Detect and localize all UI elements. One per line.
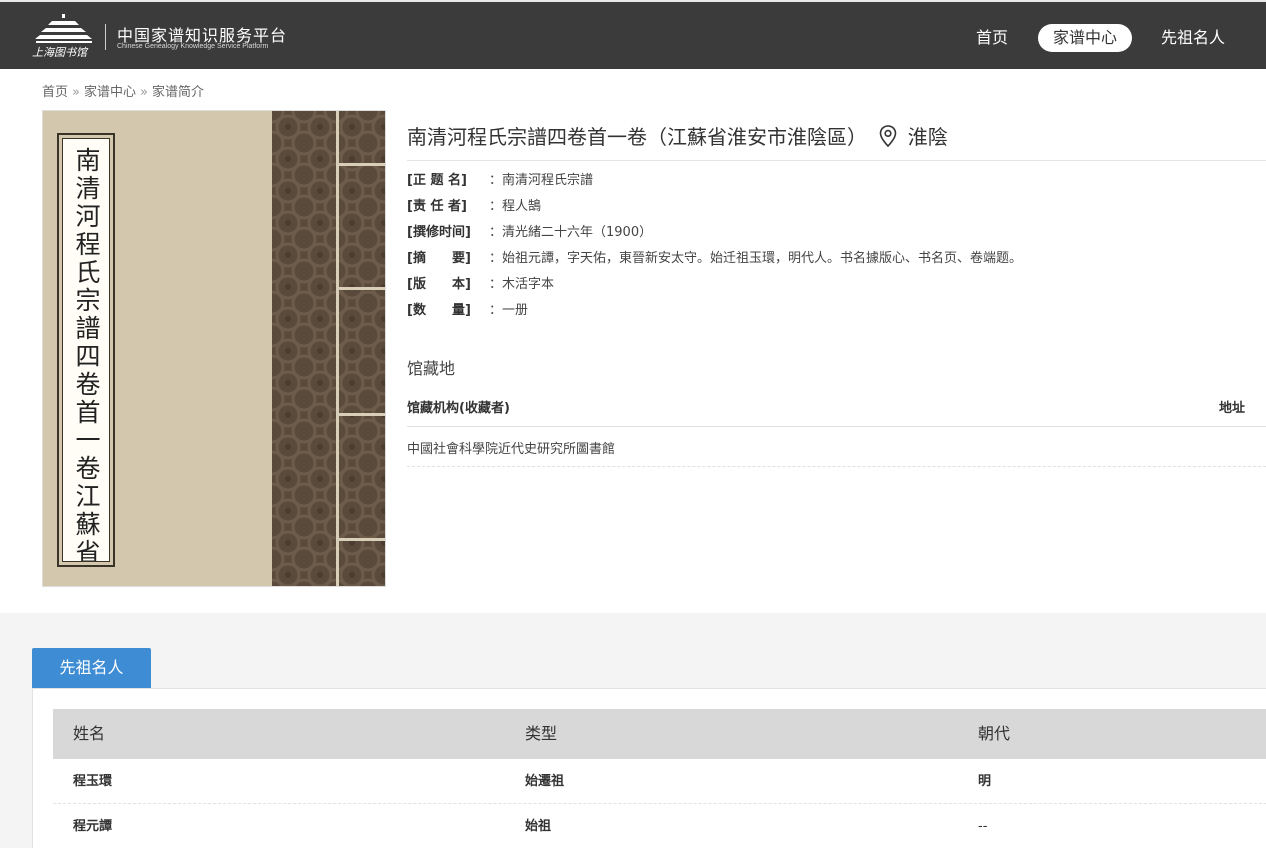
ancestors-section: 先祖名人 姓名 类型 朝代 程玉環 始遷祖 明 程元譚 始祖 -- [0, 613, 1266, 848]
field-value: ：南清河程氏宗譜 [489, 173, 594, 188]
ancestors-panel: 姓名 类型 朝代 程玉環 始遷祖 明 程元譚 始祖 -- [32, 688, 1266, 848]
ancestor-name[interactable]: 程元譚 [73, 804, 112, 848]
breadcrumb-separator: » [72, 85, 80, 100]
field-value: ：始祖元譚，字天佑，東晉新安太守。始迁祖玉環，明代人。书名據版心、书名页、卷端题… [489, 251, 1023, 266]
field-label: [数 量] [407, 303, 471, 318]
table-row: 程元譚 始祖 -- [53, 804, 1266, 848]
table-row: 程玉環 始遷祖 明 [53, 759, 1266, 804]
platform-name-english: Chinese Genealogy Knowledge Service Plat… [117, 43, 269, 50]
field-value: ：一册 [489, 303, 529, 318]
cover-spine-pattern [272, 111, 385, 586]
field-label: [撰修时间] [407, 225, 471, 240]
ancestor-dynasty: 明 [978, 774, 992, 789]
field-value: ：程人鵠 [489, 199, 542, 214]
column-type: 类型 [525, 724, 558, 743]
location-pin-icon [880, 125, 897, 147]
ancestors-table: 姓名 类型 朝代 程玉環 始遷祖 明 程元譚 始祖 -- [53, 709, 1266, 848]
breadcrumb-genealogy-center[interactable]: 家谱中心 [84, 85, 136, 100]
holdings-institution: 中國社會科學院近代史研究所圖書館 [407, 442, 616, 457]
pagoda-logo-icon: 上海图书馆 [32, 14, 92, 59]
field-abstract: [摘 要] ：始祖元譚，字天佑，東晉新安太守。始迁祖玉環，明代人。书名據版心、书名… [407, 247, 1022, 266]
field-value: ：清光緒二十六年（1900） [489, 225, 653, 240]
field-compile-time: [撰修时间] ：清光緒二十六年（1900） [407, 221, 652, 240]
tab-ancestors[interactable]: 先祖名人 [32, 648, 151, 688]
genealogy-title-text: 南清河程氏宗譜四卷首一卷（江蘇省淮安市淮陰區） [407, 125, 867, 149]
title-divider [407, 160, 1266, 161]
ancestor-name[interactable]: 程玉環 [73, 759, 112, 804]
field-edition: [版 本] ：木活字本 [407, 273, 554, 292]
column-name: 姓名 [73, 724, 106, 743]
ancestors-table-header: 姓名 类型 朝代 [53, 709, 1266, 759]
holdings-column-institution: 馆藏机构(收藏者) [407, 401, 510, 416]
breadcrumb-separator: » [140, 85, 148, 100]
book-cover-image: 南清河程氏宗譜四卷首一卷江蘇省 [42, 110, 386, 587]
field-label: [正 题 名] [407, 173, 467, 188]
field-label: [版 本] [407, 277, 471, 292]
top-navigation-bar: 上海图书馆 中国家谱知识服务平台 Chinese Genealogy Knowl… [0, 0, 1266, 69]
library-logo[interactable]: 上海图书馆 [30, 12, 100, 62]
field-label: [摘 要] [407, 251, 471, 266]
breadcrumb: 首页 » 家谱中心 » 家谱简介 [42, 81, 204, 100]
cover-title-slip: 南清河程氏宗譜四卷首一卷江蘇省 [57, 133, 115, 567]
breadcrumb-current[interactable]: 家谱简介 [152, 85, 204, 100]
ancestor-type: 始祖 [525, 819, 552, 834]
logo-divider [105, 24, 106, 50]
field-label: [责 任 者] [407, 199, 467, 214]
genealogy-location[interactable]: 淮陰 [908, 125, 948, 149]
breadcrumb-home[interactable]: 首页 [42, 85, 68, 100]
field-value: ：木活字本 [489, 277, 555, 292]
svg-text:上海图书馆: 上海图书馆 [32, 46, 89, 59]
field-quantity: [数 量] ：一册 [407, 299, 528, 318]
holdings-column-address: 地址 [1219, 401, 1246, 416]
nav-home[interactable]: 首页 [976, 24, 1008, 52]
field-title: [正 题 名] ：南清河程氏宗譜 [407, 169, 593, 188]
cover-title-text: 南清河程氏宗譜四卷首一卷江蘇省 [72, 147, 101, 562]
nav-ancestors[interactable]: 先祖名人 [1161, 24, 1225, 52]
genealogy-title: 南清河程氏宗譜四卷首一卷（江蘇省淮安市淮陰區） 淮陰 [407, 121, 948, 150]
ancestor-type: 始遷祖 [525, 774, 565, 789]
column-dynasty: 朝代 [978, 724, 1011, 743]
field-author: [责 任 者] ：程人鵠 [407, 195, 541, 214]
holdings-row-divider [407, 466, 1266, 467]
holdings-divider [407, 426, 1266, 427]
nav-genealogy-center[interactable]: 家谱中心 [1038, 24, 1132, 52]
holdings-heading: 馆藏地 [407, 359, 456, 378]
ancestor-dynasty: -- [978, 819, 988, 834]
